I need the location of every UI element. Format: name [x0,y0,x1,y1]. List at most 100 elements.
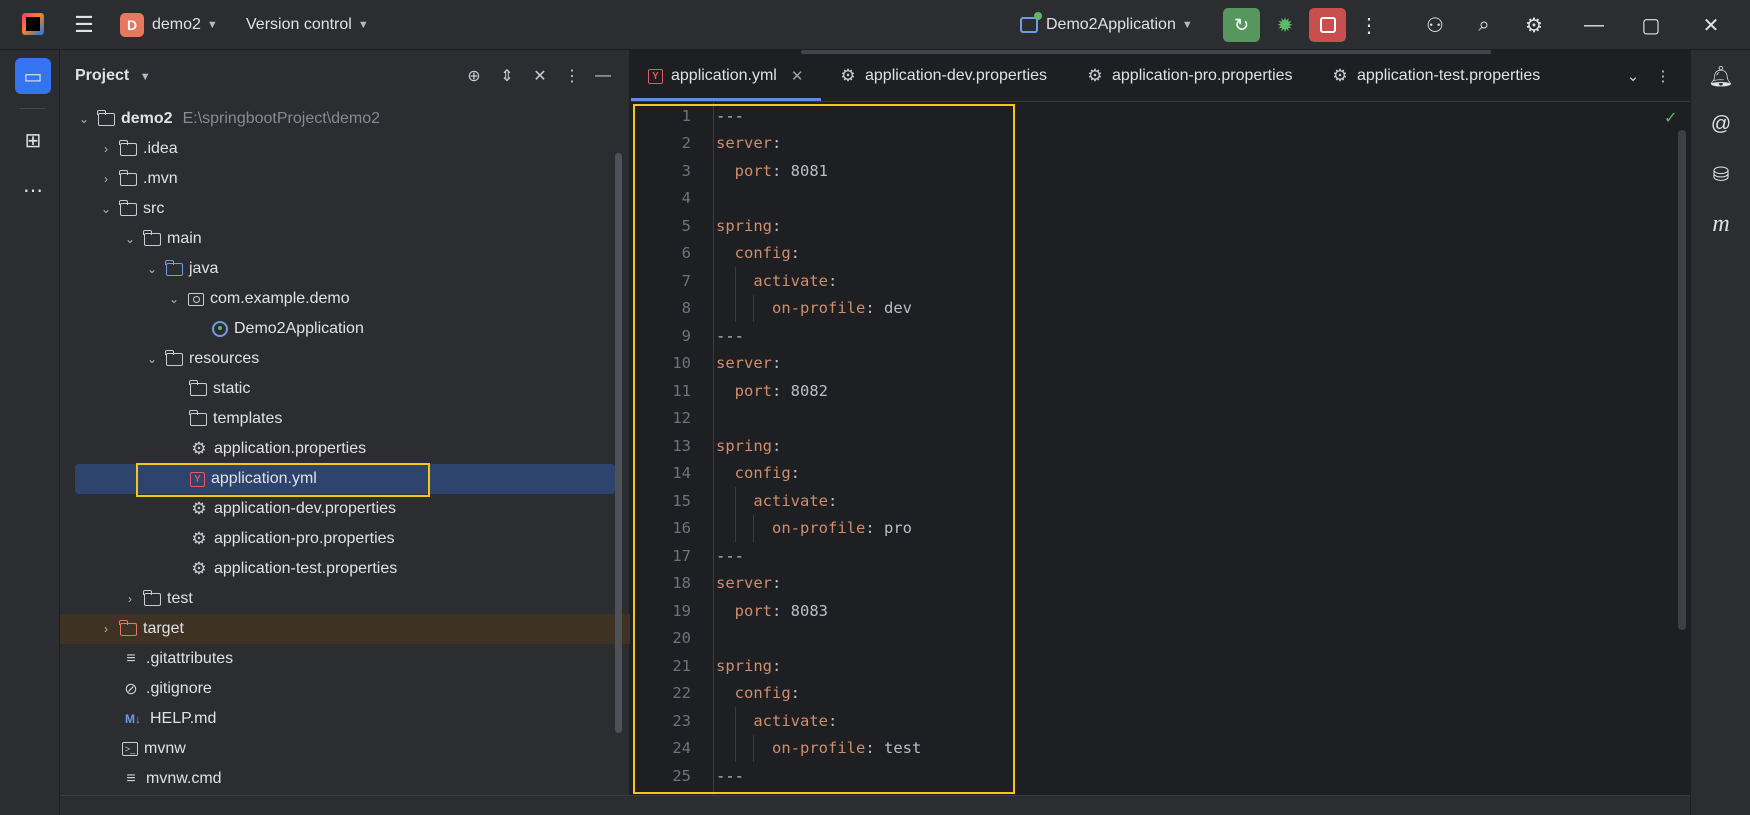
tab-application-yml[interactable]: Y application.yml ✕ [648,50,803,102]
maven-icon[interactable]: m [1703,206,1739,242]
project-folder-icon[interactable]: ▭ [15,58,51,94]
chevron-down-icon[interactable]: ⌄ [122,232,138,246]
shell-script-icon: >_ [122,742,138,756]
project-selector[interactable]: demo2 ▼ [152,0,218,50]
properties-file-icon: ⚙ [840,66,856,85]
folder-icon [143,589,161,606]
tree-item-demo2[interactable]: ⌄ demo2 E:\springbootProject\demo2 [60,104,630,134]
status-bar [60,795,1690,815]
collapse-all-icon[interactable]: ✕ [528,64,552,88]
tree-item-label: test [167,590,193,607]
more-tools-icon[interactable]: ⋯ [15,172,51,208]
tree-item-label: .idea [143,140,178,157]
tab-label: application-pro.properties [1112,67,1293,84]
active-tab-indicator [631,98,821,101]
close-window-icon[interactable]: ✕ [1694,0,1728,50]
chevron-down-icon[interactable]: ⌄ [144,352,160,366]
minimize-window-icon[interactable]: — [1577,0,1611,50]
editor-scrollbar[interactable] [1678,130,1686,630]
chevron-down-icon[interactable]: ⌄ [76,112,92,126]
close-tab-icon[interactable]: ✕ [791,67,804,85]
chevron-right-icon[interactable]: › [98,622,114,636]
tree-item-label: java [189,260,219,277]
tab-application-dev-properties[interactable]: ⚙ application-dev.properties [839,50,1047,102]
debug-button[interactable]: ✹ [1268,0,1302,50]
tree-item-application-test-properties[interactable]: ⚙ application-test.properties [60,554,630,584]
rerun-button[interactable]: ↻ [1223,8,1260,42]
tree-item-package[interactable]: ⌄ com.example.demo [60,284,630,314]
chevron-right-icon[interactable]: › [122,592,138,606]
tree-item-application-pro-properties[interactable]: ⚙ application-pro.properties [60,524,630,554]
project-view-selector[interactable]: Project ▼ [75,67,151,85]
properties-file-icon: ⚙ [191,439,207,458]
tree-item-gitignore[interactable]: ⊘ .gitignore [60,674,630,704]
run-config-label: Demo2Application [1046,16,1176,33]
chevron-down-icon: ▼ [206,19,218,31]
tree-item-target[interactable]: › target [60,614,630,644]
tab-options-icon[interactable]: ⋮ [1651,64,1675,88]
tree-item-test[interactable]: › test [60,584,630,614]
version-control-menu[interactable]: Version control ▼ [246,0,369,50]
tree-item-main[interactable]: ⌄ main [60,224,630,254]
tree-item-application-properties[interactable]: ⚙ application.properties [60,434,630,464]
stop-button[interactable] [1309,8,1346,42]
maximize-window-icon[interactable]: ▢ [1634,0,1668,50]
ignore-file-icon: ⊘ [124,681,138,698]
locate-file-icon[interactable]: ⊕ [462,64,486,88]
tree-item-label: src [143,200,165,217]
project-panel-scrollbar[interactable] [615,153,622,733]
expand-all-icon[interactable]: ⇕ [495,64,519,88]
chevron-down-icon[interactable]: ⌄ [166,292,182,306]
tab-application-pro-properties[interactable]: ⚙ application-pro.properties [1086,50,1293,102]
options-menu-icon[interactable]: ⋮ [560,64,584,88]
project-badge[interactable]: D [120,13,144,37]
tree-item-static[interactable]: static [60,374,630,404]
ai-assistant-icon[interactable]: @ [1703,106,1739,142]
no-problems-check-icon[interactable]: ✓ [1664,108,1677,128]
stop-icon [1319,17,1336,33]
tree-item-java[interactable]: ⌄ java [60,254,630,284]
tree-item-label: mvnw.cmd [146,770,222,787]
project-panel-header: Project ▼ ⊕ ⇕ ✕ ⋮ — [60,50,630,102]
tree-item-demo2application[interactable]: Demo2Application [60,314,630,344]
chevron-down-icon[interactable]: ⌄ [98,202,114,216]
structure-icon[interactable]: ⊞ [15,122,51,158]
tree-item-idea[interactable]: › .idea [60,134,630,164]
folder-icon [143,229,161,246]
tree-item-application-dev-properties[interactable]: ⚙ application-dev.properties [60,494,630,524]
tree-item-src[interactable]: ⌄ src [60,194,630,224]
chevron-right-icon[interactable]: › [98,142,114,156]
tree-item-resources[interactable]: ⌄ resources [60,344,630,374]
chevron-right-icon[interactable]: › [98,172,114,186]
tree-item-mvnw[interactable]: >_ mvnw [60,734,630,764]
package-icon [188,292,204,306]
main-menu-icon[interactable]: ☰ [70,0,98,50]
tab-list-chevron-icon[interactable]: ⌄ [1621,64,1645,88]
tab-label: application-test.properties [1357,67,1541,84]
properties-file-icon: ⚙ [1332,66,1348,85]
search-icon[interactable]: ⌕ [1467,0,1501,50]
rerun-icon: ↻ [1233,14,1250,35]
bug-icon: ✹ [1276,14,1294,37]
run-configuration-selector[interactable]: Demo2Application ▼ [1020,0,1193,50]
intellij-logo-icon[interactable] [22,13,44,35]
tree-item-label: com.example.demo [210,290,350,307]
tree-item-label: main [167,230,202,247]
tree-item-help-md[interactable]: M↓ HELP.md [60,704,630,734]
settings-gear-icon[interactable]: ⚙ [1517,0,1551,50]
chevron-down-icon[interactable]: ⌄ [144,262,160,276]
tree-item-templates[interactable]: templates [60,404,630,434]
tree-item-gitattributes[interactable]: ≡ .gitattributes [60,644,630,674]
tab-application-test-properties[interactable]: ⚙ application-test.properties [1331,50,1651,102]
hide-panel-icon[interactable]: — [591,64,615,88]
project-name: demo2 [152,16,201,33]
database-icon[interactable]: ⛁ [1703,156,1739,192]
add-user-icon[interactable]: ⚇ [1418,0,1452,50]
tree-item-label: application-test.properties [214,560,398,577]
tree-item-label: HELP.md [150,710,217,727]
notifications-bell-icon[interactable]: 🔔︎ [1703,58,1739,94]
more-actions-icon[interactable]: ⋮ [1352,0,1386,50]
tree-item-mvnw-cmd[interactable]: ≡ mvnw.cmd [60,764,630,794]
tree-item-mvn[interactable]: › .mvn [60,164,630,194]
title-bar: ☰ D demo2 ▼ Version control ▼ Demo2Appli… [0,0,1750,50]
